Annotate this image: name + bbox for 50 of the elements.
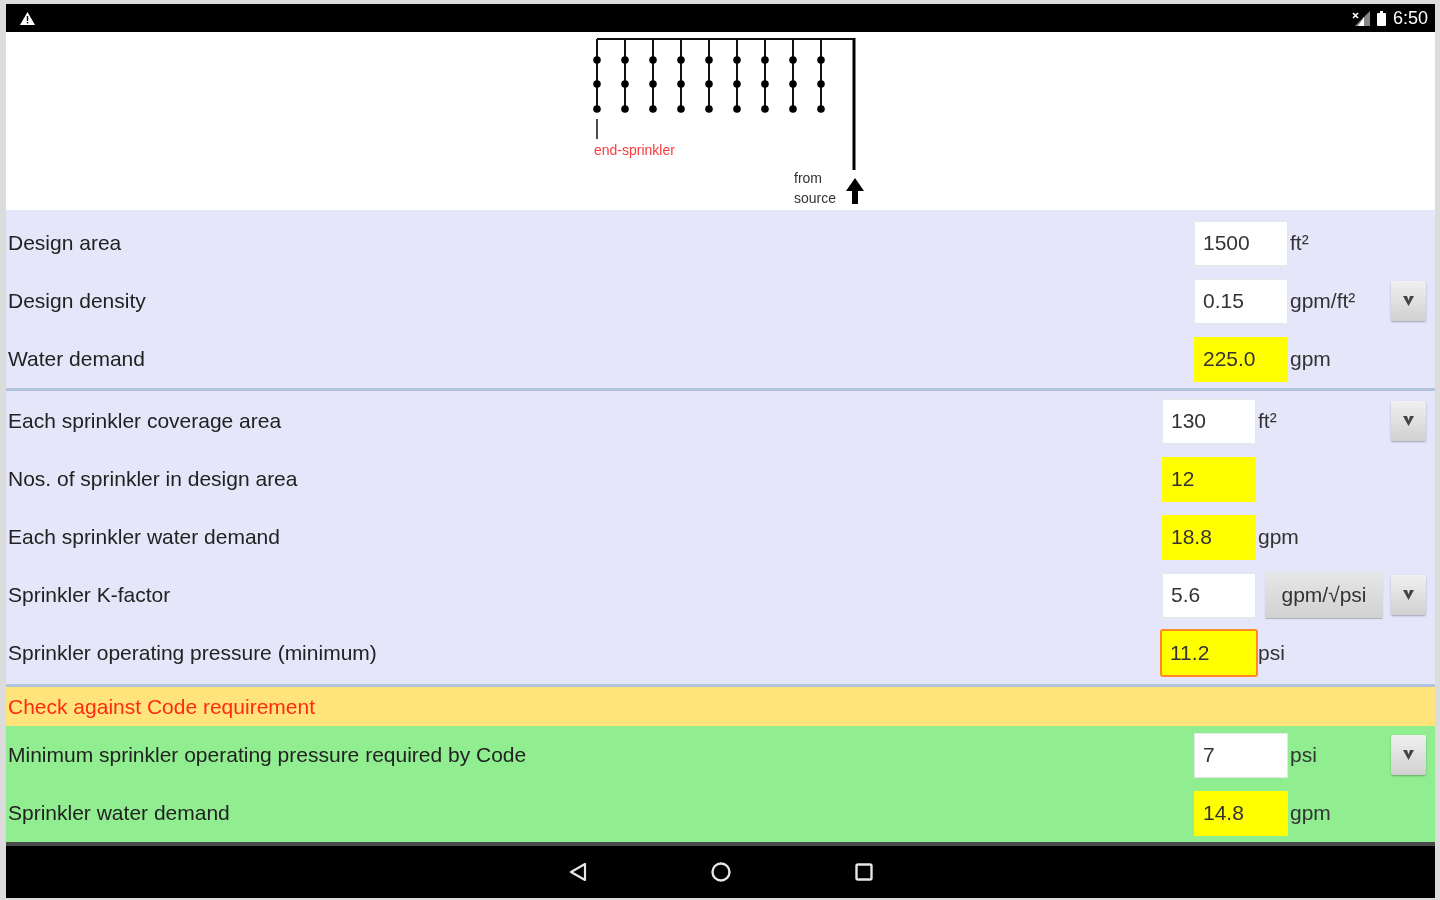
field-label: Minimum sprinkler operating pressure required by Code (8, 743, 527, 767)
unit-label: gpm (1290, 801, 1331, 825)
caret-icon (1403, 590, 1414, 600)
recents-button[interactable] (853, 862, 874, 882)
input-field[interactable]: 0.15 (1194, 278, 1288, 324)
caret-icon (1403, 296, 1414, 306)
field-label: Each sprinkler coverage area (8, 409, 282, 433)
source-label: from source (794, 169, 838, 208)
caret-icon (1403, 416, 1414, 426)
caret-icon (1403, 750, 1414, 760)
dropdown-button[interactable] (1391, 281, 1426, 321)
unit-label: ft² (1258, 409, 1277, 433)
input-field[interactable]: 1500 (1194, 220, 1288, 266)
field-label: Sprinkler operating pressure (minimum) (8, 641, 377, 665)
signal-icon (1351, 10, 1370, 26)
unit-button[interactable]: gpm/√psi (1265, 572, 1383, 618)
battery-icon (1376, 10, 1386, 26)
recents-icon (854, 863, 873, 881)
home-icon (710, 862, 731, 882)
unit-label: ft² (1290, 231, 1309, 255)
warning-icon (20, 11, 35, 25)
unit-label: gpm (1290, 347, 1331, 371)
field-label: Each sprinkler water demand (8, 525, 280, 549)
result-field[interactable]: 14.8 (1194, 790, 1288, 836)
result-field[interactable]: 18.8 (1162, 514, 1256, 560)
banner-text: Check against Code requirement (8, 694, 315, 719)
status-time: 6:50 (1392, 8, 1428, 28)
result-field[interactable]: 11.2 (1160, 629, 1258, 677)
field-label: Sprinkler K-factor (8, 583, 171, 607)
back-icon (568, 862, 587, 882)
input-field[interactable]: 7 (1194, 732, 1288, 778)
field-label: Water demand (8, 347, 145, 371)
unit-label: psi (1290, 743, 1317, 767)
dropdown-button[interactable] (1391, 401, 1426, 441)
field-label: Sprinkler water demand (8, 801, 230, 825)
field-label: Design density (8, 289, 146, 313)
dropdown-button[interactable] (1391, 575, 1426, 615)
dropdown-button[interactable] (1391, 735, 1426, 775)
field-label: Nos. of sprinkler in design area (8, 467, 298, 491)
result-field[interactable]: 12 (1162, 456, 1256, 502)
unit-label: psi (1258, 641, 1285, 665)
unit-label: gpm/ft² (1290, 289, 1356, 313)
back-button[interactable] (567, 862, 588, 882)
input-field[interactable]: 5.6 (1162, 572, 1256, 618)
input-field[interactable]: 130 (1162, 398, 1256, 444)
result-field[interactable]: 225.0 (1194, 336, 1288, 382)
field-label: Design area (8, 231, 122, 255)
end-sprinkler-label: end-sprinkler (594, 142, 675, 158)
unit-label: gpm (1258, 525, 1299, 549)
home-button[interactable] (710, 862, 731, 882)
